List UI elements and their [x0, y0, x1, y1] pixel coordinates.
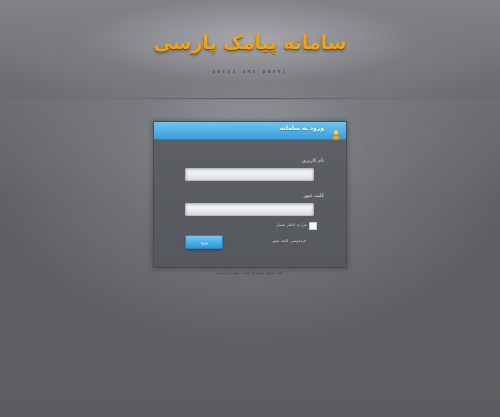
remember-me-label: مرا به خاطر بسپار	[276, 222, 307, 227]
login-panel-header: ورود به سامانه	[154, 122, 346, 140]
login-button[interactable]: ورود	[185, 235, 223, 249]
login-panel: ورود به سامانه نام کاربری کلمه عبور مرا …	[153, 121, 347, 268]
username-input[interactable]	[185, 168, 314, 181]
footer-copyright: کلیه حقوق محفوظ است - پیامک پارسی	[216, 270, 284, 275]
logo-title: سامانه پیامک پارسی	[153, 32, 347, 54]
remember-me-checkbox[interactable]	[309, 222, 317, 230]
password-label: کلمه عبور	[303, 193, 324, 199]
password-input[interactable]	[185, 203, 314, 216]
forgot-password-link[interactable]: فراموشی کلمه عبور	[272, 238, 306, 243]
user-icon	[331, 125, 341, 140]
username-label: نام کاربری	[302, 158, 324, 164]
logo-subtitle: parsi sms panel	[212, 69, 288, 75]
login-panel-title: ورود به سامانه	[279, 125, 324, 132]
header-divider	[95, 98, 405, 99]
